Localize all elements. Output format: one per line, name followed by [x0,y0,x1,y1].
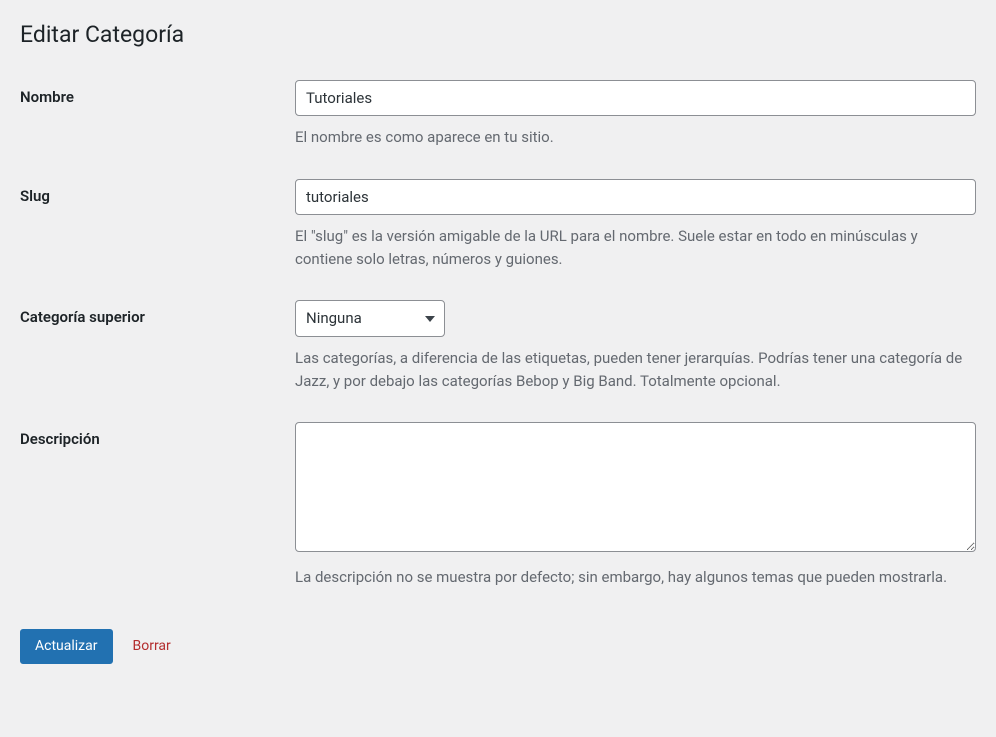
edit-category-form: Nombre El nombre es como aparece en tu s… [20,80,976,589]
slug-label: Slug [20,179,295,205]
description-label: Descripción [20,422,295,448]
name-field-wrapper: El nombre es como aparece en tu sitio. [295,80,976,149]
slug-input[interactable] [295,179,976,216]
description-row: Descripción La descripción no se muestra… [20,422,976,589]
form-actions: Actualizar Borrar [20,629,976,664]
parent-select-wrapper: Ninguna [295,300,445,337]
page-title: Editar Categoría [20,20,976,50]
description-textarea[interactable] [295,422,976,552]
description-field-wrapper: La descripción no se muestra por defecto… [295,422,976,589]
parent-help-text: Las categorías, a diferencia de las etiq… [295,347,976,392]
name-help-text: El nombre es como aparece en tu sitio. [295,126,976,149]
slug-field-wrapper: El "slug" es la versión amigable de la U… [295,179,976,271]
parent-field-wrapper: Ninguna Las categorías, a diferencia de … [295,300,976,392]
slug-help-text: El "slug" es la versión amigable de la U… [295,225,976,270]
parent-label: Categoría superior [20,300,295,326]
update-button[interactable]: Actualizar [20,629,113,664]
name-label: Nombre [20,80,295,106]
parent-select[interactable]: Ninguna [295,300,445,337]
name-input[interactable] [295,80,976,117]
name-row: Nombre El nombre es como aparece en tu s… [20,80,976,149]
parent-row: Categoría superior Ninguna Las categoría… [20,300,976,392]
delete-link[interactable]: Borrar [133,638,171,654]
description-help-text: La descripción no se muestra por defecto… [295,566,976,589]
slug-row: Slug El "slug" es la versión amigable de… [20,179,976,271]
